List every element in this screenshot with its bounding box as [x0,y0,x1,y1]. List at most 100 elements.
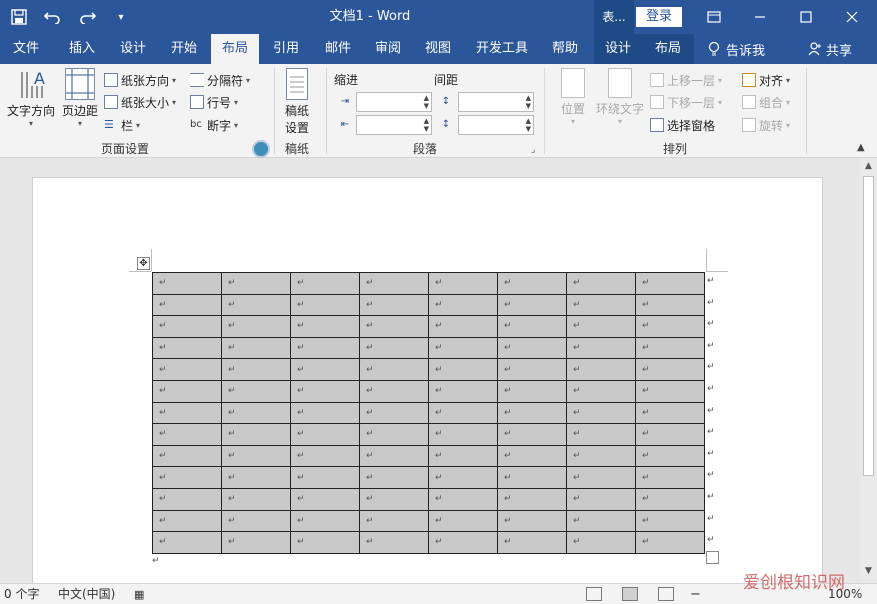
spin-arrows-icon[interactable]: ▲ ▼ [424,117,429,133]
table-cell[interactable]: ↵ [428,444,498,468]
tab-view[interactable]: 视图 [412,34,464,64]
table-cell[interactable]: ↵ [359,315,429,338]
indent-left-input[interactable]: ▲ ▼ [356,92,432,112]
position-button[interactable]: 位置 ▾ [556,68,590,126]
table-cell[interactable]: ↵ [221,315,291,338]
close-icon[interactable] [829,0,875,34]
maximize-icon[interactable] [783,0,829,34]
table-cell[interactable]: ↵ [359,272,429,295]
table-cell[interactable]: ↵ [221,272,291,295]
table-cell[interactable]: ↵ [221,401,291,425]
table-cell[interactable]: ↵ [359,444,429,468]
tell-me-box[interactable]: 告诉我 [708,34,765,64]
table-cell[interactable]: ↵ [566,293,636,317]
redo-icon[interactable] [76,6,98,28]
table-cell[interactable]: ↵ [359,401,429,425]
hyphenation-button[interactable]: bc 断字 ▾ [190,115,238,135]
table-cell[interactable]: ↵ [290,444,360,468]
tab-home[interactable]: 开始 [158,34,210,64]
table-cell[interactable]: ↵ [152,509,222,533]
collapse-ribbon-icon[interactable]: ▲ [857,142,865,153]
table-cell[interactable]: ↵ [221,444,291,468]
table-cell[interactable]: ↵ [635,315,705,338]
table-cell[interactable]: ↵ [152,379,222,403]
table-cell[interactable]: ↵ [497,444,567,468]
table-cell[interactable]: ↵ [497,379,567,403]
table-cell[interactable]: ↵ [635,487,705,511]
table-cell[interactable]: ↵ [359,379,429,403]
rotate-button[interactable]: 旋转 ▾ [742,115,790,135]
tab-layout[interactable]: 布局 [211,34,259,64]
paragraph-dialog-launcher-icon[interactable]: ⌟ [531,145,535,155]
ribbon-display-options-icon[interactable] [691,0,737,34]
language-indicator[interactable]: 中文(中国) [58,584,115,604]
tab-developer[interactable]: 开发工具 [470,34,534,64]
table-cell[interactable]: ↵ [566,531,636,554]
undo-icon[interactable] [42,6,64,28]
table-cell[interactable]: ↵ [152,487,222,511]
manuscript-setup-button[interactable]: 稿纸 设置 [280,68,314,136]
table-cell[interactable]: ↵ [566,401,636,425]
table-cell[interactable]: ↵ [635,466,705,489]
size-button[interactable]: 纸张大小 ▾ [104,92,176,112]
table-cell[interactable]: ↵ [635,379,705,403]
table-move-handle-icon[interactable]: ✥ [137,257,150,270]
table-cell[interactable]: ↵ [566,379,636,403]
table-cell[interactable]: ↵ [428,379,498,403]
table-cell[interactable]: ↵ [428,358,498,381]
spin-arrows-icon[interactable]: ▲ ▼ [424,94,429,110]
tab-insert[interactable]: 插入 [56,34,108,64]
tab-table-layout[interactable]: 布局 [646,34,690,64]
table-cell[interactable]: ↵ [428,531,498,554]
margins-button[interactable]: 页边距 ▾ [60,68,100,128]
table-cell[interactable]: ↵ [635,293,705,317]
table-cell[interactable]: ↵ [497,509,567,533]
table-cell[interactable]: ↵ [221,358,291,381]
table-cell[interactable]: ↵ [635,358,705,381]
table-cell[interactable]: ↵ [221,379,291,403]
table-cell[interactable]: ↵ [152,293,222,317]
spin-arrows-icon[interactable]: ▲ ▼ [526,94,531,110]
table-cell[interactable]: ↵ [497,358,567,381]
tab-help[interactable]: 帮助 [540,34,590,64]
spacing-after-input[interactable]: ▲ ▼ [458,115,534,135]
table-cell[interactable]: ↵ [290,379,360,403]
table-cell[interactable]: ↵ [566,509,636,533]
table-cell[interactable]: ↵ [497,423,567,446]
table-cell[interactable]: ↵ [290,487,360,511]
table-cell[interactable]: ↵ [290,315,360,338]
tab-mailings[interactable]: 邮件 [312,34,364,64]
table-cell[interactable]: ↵ [290,272,360,295]
text-direction-button[interactable]: A 文字方向 ▾ [4,68,58,128]
table-cell[interactable]: ↵ [497,336,567,360]
table-cell[interactable]: ↵ [635,272,705,295]
table-cell[interactable]: ↵ [635,423,705,446]
table-cell[interactable]: ↵ [428,336,498,360]
table-cell[interactable]: ↵ [290,293,360,317]
table-cell[interactable]: ↵ [359,423,429,446]
web-layout-icon[interactable] [658,587,674,601]
orientation-button[interactable]: 纸张方向 ▾ [104,70,176,90]
table-cell[interactable]: ↵ [152,336,222,360]
wrap-text-button[interactable]: 环绕文字 ▾ [594,68,646,126]
table-cell[interactable]: ↵ [566,466,636,489]
send-backward-button[interactable]: 下移一层 ▾ [650,92,722,112]
print-layout-icon[interactable] [622,587,638,601]
table-cell[interactable]: ↵ [635,531,705,554]
tab-review[interactable]: 审阅 [362,34,414,64]
line-numbers-button[interactable]: 行号 ▾ [190,92,238,112]
table-cell[interactable]: ↵ [290,531,360,554]
macro-record-icon[interactable]: ▦ [134,584,144,604]
table-cell[interactable]: ↵ [290,423,360,446]
table-resize-handle[interactable] [706,551,719,564]
table-cell[interactable]: ↵ [221,423,291,446]
table-cell[interactable]: ↵ [566,315,636,338]
table-cell[interactable]: ↵ [359,509,429,533]
align-button[interactable]: 对齐 ▾ [742,70,790,90]
table-cell[interactable]: ↵ [428,466,498,489]
bring-forward-button[interactable]: 上移一层 ▾ [650,70,722,90]
table-cell[interactable]: ↵ [290,401,360,425]
table-cell[interactable]: ↵ [152,444,222,468]
table-cell[interactable]: ↵ [428,401,498,425]
table-cell[interactable]: ↵ [428,315,498,338]
